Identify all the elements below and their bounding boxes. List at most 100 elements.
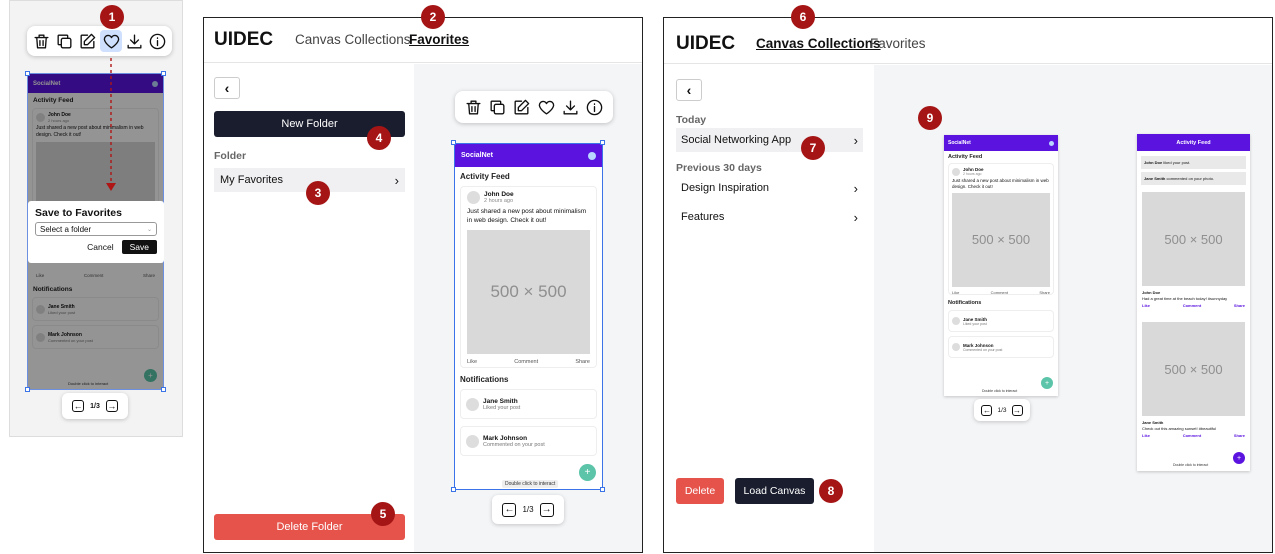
next-page-button[interactable]: →: [105, 400, 118, 412]
dialog-title: Save to Favorites: [35, 207, 122, 219]
info-icon[interactable]: [146, 30, 168, 52]
share-button[interactable]: Share: [1234, 303, 1245, 308]
post-actions: Like Comment Share: [467, 359, 590, 365]
resize-handle[interactable]: [161, 387, 166, 392]
resize-handle[interactable]: [25, 387, 30, 392]
heart-icon[interactable]: [535, 96, 557, 118]
resize-handle[interactable]: [25, 71, 30, 76]
notification-item[interactable]: Mark Johnson Commented on your post: [948, 336, 1054, 358]
app-title: UIDEC: [676, 33, 736, 54]
heart-icon[interactable]: [100, 30, 123, 52]
tab-favorites[interactable]: Favorites: [870, 36, 926, 51]
canvas-preview-2[interactable]: SocialNet Activity Feed John Doe 2 hours …: [454, 143, 603, 490]
interact-hint: Double click to interact: [502, 480, 559, 488]
copy-icon[interactable]: [486, 96, 508, 118]
trash-icon[interactable]: [31, 30, 53, 52]
section-title-notifications: Notifications: [948, 300, 982, 306]
resize-handle[interactable]: [451, 140, 456, 145]
info-icon[interactable]: [584, 96, 606, 118]
profile-icon[interactable]: [1049, 140, 1054, 146]
tab-favorites[interactable]: Favorites: [409, 32, 469, 47]
save-button[interactable]: Save: [121, 240, 157, 254]
profile-icon[interactable]: [588, 151, 596, 160]
resize-handle[interactable]: [600, 140, 605, 145]
notification-item[interactable]: Jane Smith Liked your post: [460, 389, 597, 419]
avatar: [952, 167, 960, 176]
page-nav: ← 1/3 →: [62, 393, 128, 419]
folder-select-value: Select a folder: [40, 224, 92, 234]
resize-handle[interactable]: [600, 487, 605, 492]
step-badge-8: 8: [819, 479, 843, 503]
comment-button[interactable]: Comment: [1183, 433, 1201, 438]
cancel-button[interactable]: Cancel: [87, 242, 113, 252]
notification-item[interactable]: Jane Smith commented on your photo.: [1141, 172, 1246, 185]
load-canvas-button[interactable]: Load Canvas: [735, 478, 814, 504]
download-icon[interactable]: [559, 96, 581, 118]
notification-text: Commented on your post: [483, 441, 545, 448]
next-page-button[interactable]: →: [539, 502, 554, 517]
chevron-right-icon: ›: [853, 180, 858, 196]
app-header: Activity Feed: [1137, 134, 1250, 151]
notification-text: Liked your post: [483, 404, 521, 411]
section-title-notifications: Notifications: [460, 375, 509, 384]
like-button[interactable]: Like: [952, 290, 959, 295]
copy-icon[interactable]: [54, 30, 76, 52]
canvas-preview-4[interactable]: Activity Feed John Doe liked your post. …: [1137, 134, 1250, 471]
folder-select[interactable]: Select a folder ⌄: [35, 222, 157, 236]
page-nav: ← 1/3 →: [492, 495, 564, 524]
notification-item[interactable]: John Doe liked your post.: [1141, 156, 1246, 169]
delete-button[interactable]: Delete: [676, 478, 724, 504]
post-image: 500 × 500: [1142, 192, 1245, 286]
notification-text: liked your post.: [1163, 160, 1191, 165]
fab-button[interactable]: +: [1041, 377, 1053, 389]
step-badge-1: 1: [100, 5, 124, 29]
tab-canvas-collections[interactable]: Canvas Collections: [295, 32, 411, 47]
chevron-right-icon: ›: [853, 132, 858, 148]
fab-button[interactable]: +: [579, 464, 596, 481]
resize-handle[interactable]: [161, 71, 166, 76]
group-label-previous: Previous 30 days: [676, 162, 762, 174]
back-button[interactable]: ‹: [214, 77, 240, 99]
fab-button[interactable]: +: [1233, 452, 1245, 464]
edit-icon[interactable]: [77, 30, 99, 52]
next-page-button[interactable]: →: [1011, 404, 1023, 416]
comment-button[interactable]: Comment: [991, 290, 1008, 295]
brand-label: SocialNet: [461, 152, 493, 159]
post-time: 2 hours ago: [484, 198, 514, 204]
notification-item[interactable]: Mark Johnson Commented on your post: [460, 426, 597, 456]
prev-page-button[interactable]: ←: [72, 400, 85, 412]
avatar: [952, 343, 960, 351]
prev-page-button[interactable]: ←: [981, 404, 993, 416]
tab-canvas-collections[interactable]: Canvas Collections: [756, 36, 881, 51]
collection-item-social-networking-app[interactable]: Social Networking App ›: [676, 128, 863, 152]
comment-button[interactable]: Comment: [514, 359, 538, 365]
post-text: Just shared a new post about minimalism …: [467, 208, 587, 224]
prev-page-button[interactable]: ←: [502, 502, 517, 517]
page-indicator: 1/3: [997, 406, 1007, 414]
notification-item[interactable]: Jane Smith Liked your post: [948, 310, 1054, 332]
back-button[interactable]: ‹: [676, 79, 702, 101]
like-button[interactable]: Like: [467, 359, 477, 365]
share-button[interactable]: Share: [1039, 290, 1050, 295]
like-button[interactable]: Like: [1142, 433, 1150, 438]
post-text: Check out this amazing sunset! #beautifu…: [1142, 426, 1217, 431]
group-label-today: Today: [676, 114, 707, 126]
collection-item-features[interactable]: Features ›: [676, 205, 863, 229]
interact-hint: Double click to interact: [982, 389, 1018, 393]
comment-button[interactable]: Comment: [1183, 303, 1201, 308]
edit-icon[interactable]: [511, 96, 533, 118]
canvas-toolbar-1: [27, 26, 172, 56]
trash-icon[interactable]: [462, 96, 484, 118]
resize-handle[interactable]: [451, 487, 456, 492]
step-badge-3: 3: [306, 181, 330, 205]
canvas-preview-3[interactable]: SocialNet Activity Feed John Doe 2 hours …: [944, 135, 1058, 396]
collection-item-design-inspiration[interactable]: Design Inspiration ›: [676, 176, 863, 200]
post-card: John Doe 2 hours ago Just shared a new po…: [948, 163, 1054, 295]
brand-label: SocialNet: [948, 140, 971, 146]
share-button[interactable]: Share: [1234, 433, 1245, 438]
arrow-annotation: [106, 58, 116, 191]
download-icon[interactable]: [123, 30, 145, 52]
like-button[interactable]: Like: [1142, 303, 1150, 308]
share-button[interactable]: Share: [575, 359, 590, 365]
post-time: 2 hours ago: [963, 172, 982, 176]
